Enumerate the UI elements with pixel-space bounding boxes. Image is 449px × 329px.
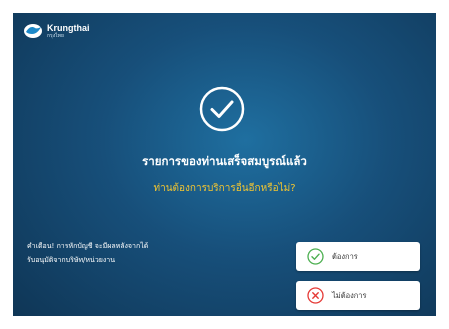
- atm-screen: Krungthai กรุงไทย รายการของท่านเสร็จสมบู…: [13, 13, 436, 316]
- krungthai-logo: Krungthai กรุงไทย: [23, 23, 90, 39]
- logo-brand-sub: กรุงไทย: [47, 32, 64, 39]
- no-button-label: ไม่ต้องการ: [332, 290, 367, 300]
- yes-button-label: ต้องการ: [332, 251, 358, 261]
- check-circle-icon: [199, 86, 245, 132]
- warning-message: คำเตือน! การหักบัญชี จะมีผลหลังจากได้ รั…: [27, 239, 148, 267]
- krungthai-bird-logo-icon: [24, 24, 42, 38]
- x-circle-icon: [307, 287, 324, 304]
- warning-line-2: รับอนุมัติจากบริษัท/หน่วยงาน: [27, 256, 115, 264]
- success-title: รายการของท่านเสร็จสมบูรณ์แล้ว: [142, 154, 307, 168]
- check-circle-icon: [307, 248, 324, 265]
- warning-line-1: คำเตือน! การหักบัญชี จะมีผลหลังจากได้: [27, 242, 149, 250]
- logo-brand-name: Krungthai: [47, 22, 90, 33]
- no-button[interactable]: ไม่ต้องการ: [296, 281, 420, 310]
- more-service-question: ท่านต้องการบริการอื่นอีกหรือไม่?: [153, 183, 296, 194]
- yes-button[interactable]: ต้องการ: [296, 242, 420, 271]
